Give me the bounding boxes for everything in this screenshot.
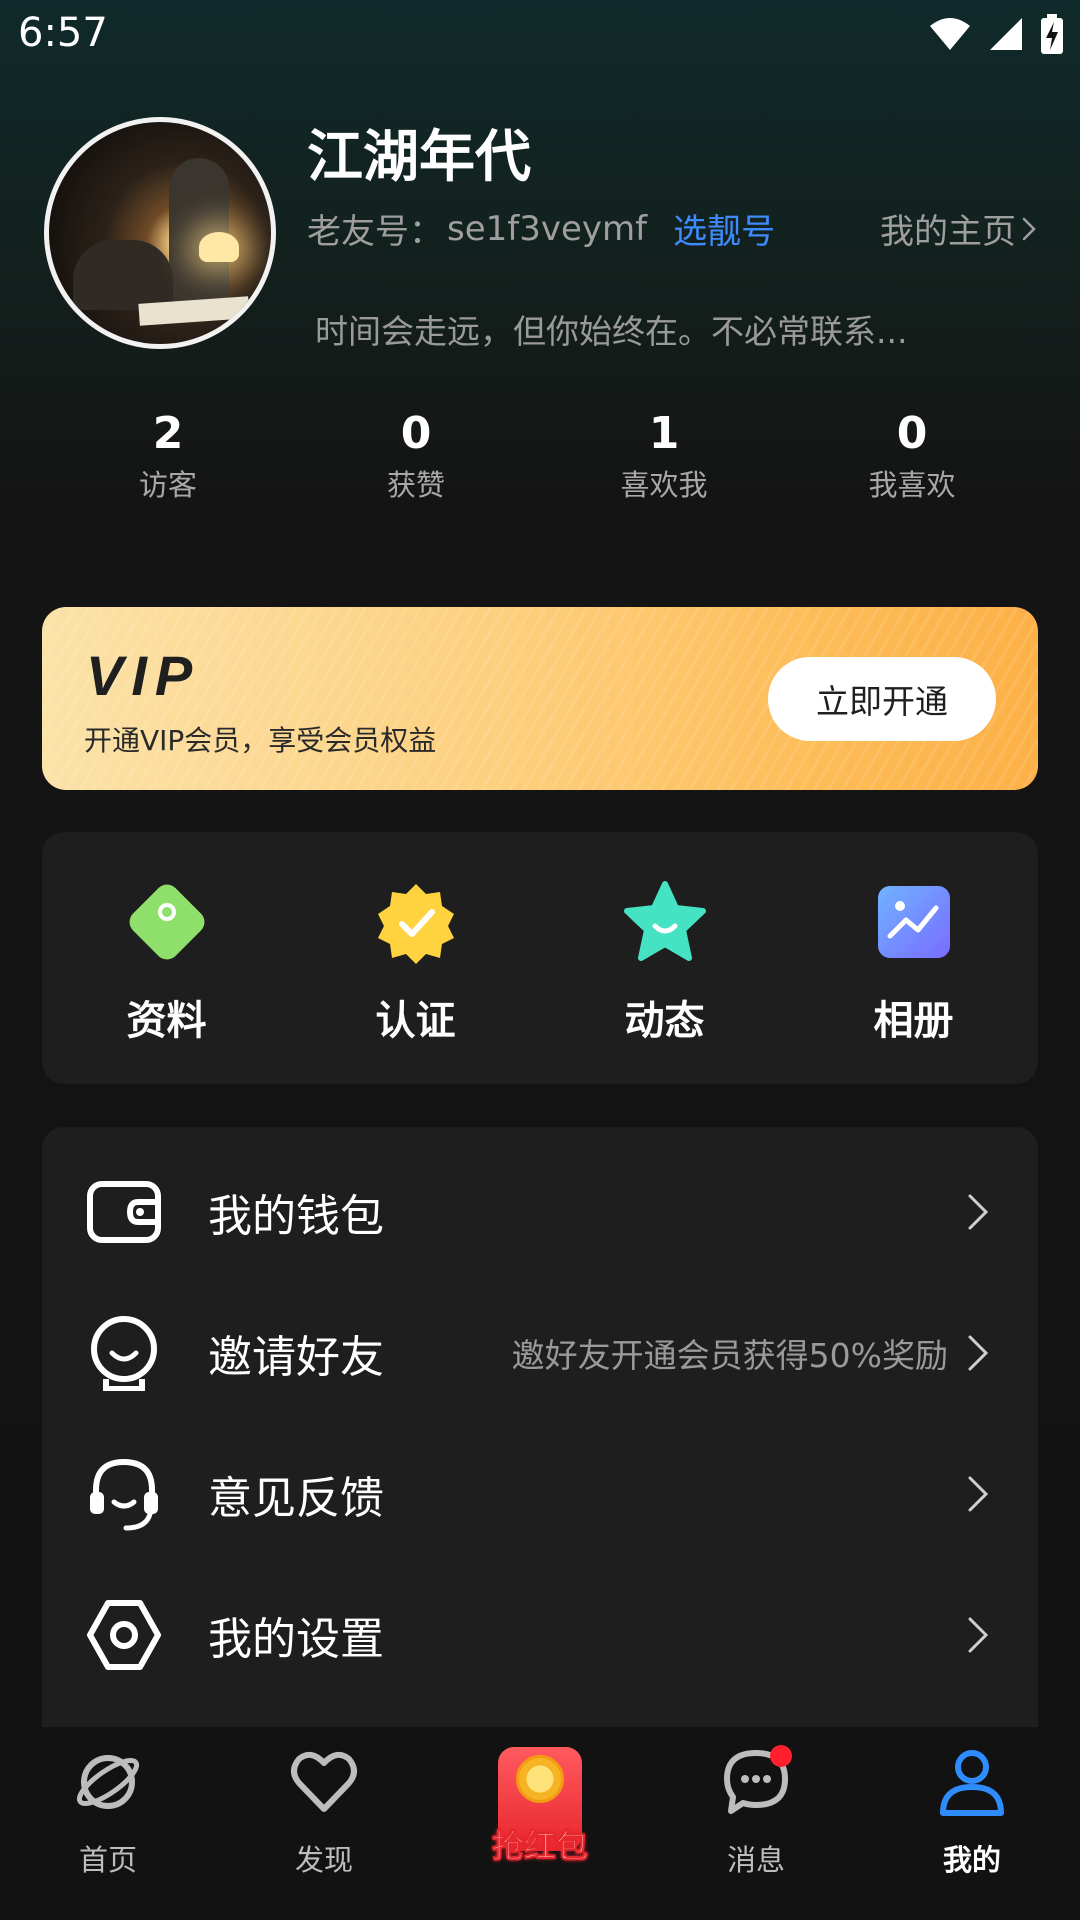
stat-label: 喜欢我 <box>620 468 708 502</box>
tab-red-packet[interactable]: 抢红包 <box>432 1727 648 1920</box>
nickname: 江湖年代 <box>307 125 531 190</box>
star-smile-icon <box>623 881 706 961</box>
quick-action-profile-info[interactable]: 资料 <box>42 832 291 1084</box>
friend-id-label: 老友号： <box>307 212 443 252</box>
stat-value: 0 <box>896 408 928 459</box>
quick-action-label: 动态 <box>624 998 705 1044</box>
stat-value: 1 <box>648 408 680 459</box>
menu-item-feedback[interactable]: 意见反馈 <box>42 1423 1038 1564</box>
menu-item-invite-friends[interactable]: 邀请好友 邀好友开通会员获得50%奖励 <box>42 1282 1038 1423</box>
open-vip-button[interactable]: 立即开通 <box>768 657 996 741</box>
status-icons <box>928 14 1064 54</box>
tab-label: 首页 <box>78 1843 137 1877</box>
verified-badge-icon <box>377 884 454 964</box>
menu-hint: 邀好友开通会员获得50%奖励 <box>511 1335 948 1375</box>
person-icon <box>940 1750 1004 1816</box>
stats-row: 2 访客 0 获赞 1 喜欢我 0 我喜欢 <box>44 408 1036 504</box>
my-homepage-link[interactable]: 我的主页 <box>880 204 1036 253</box>
stat-value: 0 <box>400 408 432 459</box>
photo-chart-icon <box>877 886 950 958</box>
vip-description: 开通VIP会员，享受会员权益 <box>84 724 437 757</box>
friend-id-value: se1f3veymf <box>447 208 648 249</box>
tab-messages[interactable]: 消息 <box>648 1727 864 1920</box>
quick-action-label: 资料 <box>126 998 207 1044</box>
wifi-icon <box>930 18 970 50</box>
menu-label: 意见反馈 <box>208 1472 384 1524</box>
tab-mine[interactable]: 我的 <box>864 1727 1080 1920</box>
chevron-right-icon <box>968 1335 989 1370</box>
coin-icon <box>516 1755 564 1803</box>
menu-label: 邀请好友 <box>208 1331 384 1383</box>
chevron-right-icon <box>968 1194 989 1229</box>
chevron-right-icon <box>968 1617 989 1652</box>
settings-icon <box>87 1599 161 1670</box>
choose-number-link[interactable]: 选靓号 <box>673 204 775 253</box>
signature: 时间会走远，但你始终在。不必常联系... <box>315 312 908 351</box>
tab-label: 发现 <box>294 1843 353 1877</box>
menu-label: 我的钱包 <box>208 1190 384 1242</box>
my-homepage-label: 我的主页 <box>880 212 1016 252</box>
stat-value: 2 <box>152 408 184 459</box>
stat-likes[interactable]: 0 获赞 <box>292 408 540 504</box>
heart-icon <box>291 1751 357 1812</box>
stat-i-like[interactable]: 0 我喜欢 <box>788 408 1036 504</box>
quick-action-label: 认证 <box>375 998 456 1044</box>
status-time: 6:57 <box>18 10 108 56</box>
quick-action-album[interactable]: 相册 <box>789 832 1038 1084</box>
avatar-figure <box>73 240 173 310</box>
invite-friend-icon <box>91 1315 157 1391</box>
avatar-lamp <box>199 232 239 262</box>
menu-item-settings[interactable]: 我的设置 <box>42 1564 1038 1705</box>
planet-icon <box>76 1755 140 1809</box>
headset-icon <box>90 1458 158 1530</box>
stat-label: 访客 <box>138 468 197 502</box>
battery-charging-icon <box>1041 14 1063 54</box>
avatar[interactable] <box>44 117 276 349</box>
chevron-right-icon <box>968 1476 989 1511</box>
friend-id-row: 老友号： se1f3veymf 选靓号 <box>307 204 775 253</box>
menu-item-wallet[interactable]: 我的钱包 <box>42 1141 1038 1282</box>
tab-home[interactable]: 首页 <box>0 1727 216 1920</box>
red-packet-label: 抢红包 <box>491 1827 588 1866</box>
wallet-icon <box>87 1180 161 1243</box>
bottom-tab-bar: 首页 发现 抢红包 消息 我的 <box>0 1727 1080 1920</box>
stat-label: 我喜欢 <box>868 468 956 502</box>
stat-visitors[interactable]: 2 访客 <box>44 408 292 504</box>
stat-likes-me[interactable]: 1 喜欢我 <box>540 408 788 504</box>
quick-action-label: 相册 <box>873 998 954 1044</box>
tab-discover[interactable]: 发现 <box>216 1727 432 1920</box>
stat-label: 获赞 <box>386 468 445 502</box>
quick-action-verify[interactable]: 认证 <box>291 832 540 1084</box>
my-profile-screen: 6:57 江湖年代 老友号： se1f3veymf 选靓号 我的主页 时间会走远… <box>0 0 1080 1920</box>
message-badge-dot <box>770 1745 792 1767</box>
vip-logo: VIP <box>86 644 201 707</box>
status-bar: 6:57 <box>0 0 1080 72</box>
menu-label: 我的设置 <box>208 1613 384 1665</box>
menu-list: 我的钱包 邀请好友 邀好友开通会员获得50%奖励 意见反馈 我的设置 <box>42 1127 1038 1727</box>
chevron-right-icon <box>1022 217 1036 240</box>
quick-actions-grid: 资料 认证 动态 相册 <box>42 832 1038 1084</box>
tab-label: 消息 <box>726 1843 785 1877</box>
quick-action-moments[interactable]: 动态 <box>540 832 789 1084</box>
tab-label: 我的 <box>942 1843 1001 1877</box>
tag-icon <box>129 884 204 960</box>
signal-icon <box>990 18 1022 50</box>
vip-banner[interactable]: VIP 开通VIP会员，享受会员权益 立即开通 <box>42 607 1038 790</box>
